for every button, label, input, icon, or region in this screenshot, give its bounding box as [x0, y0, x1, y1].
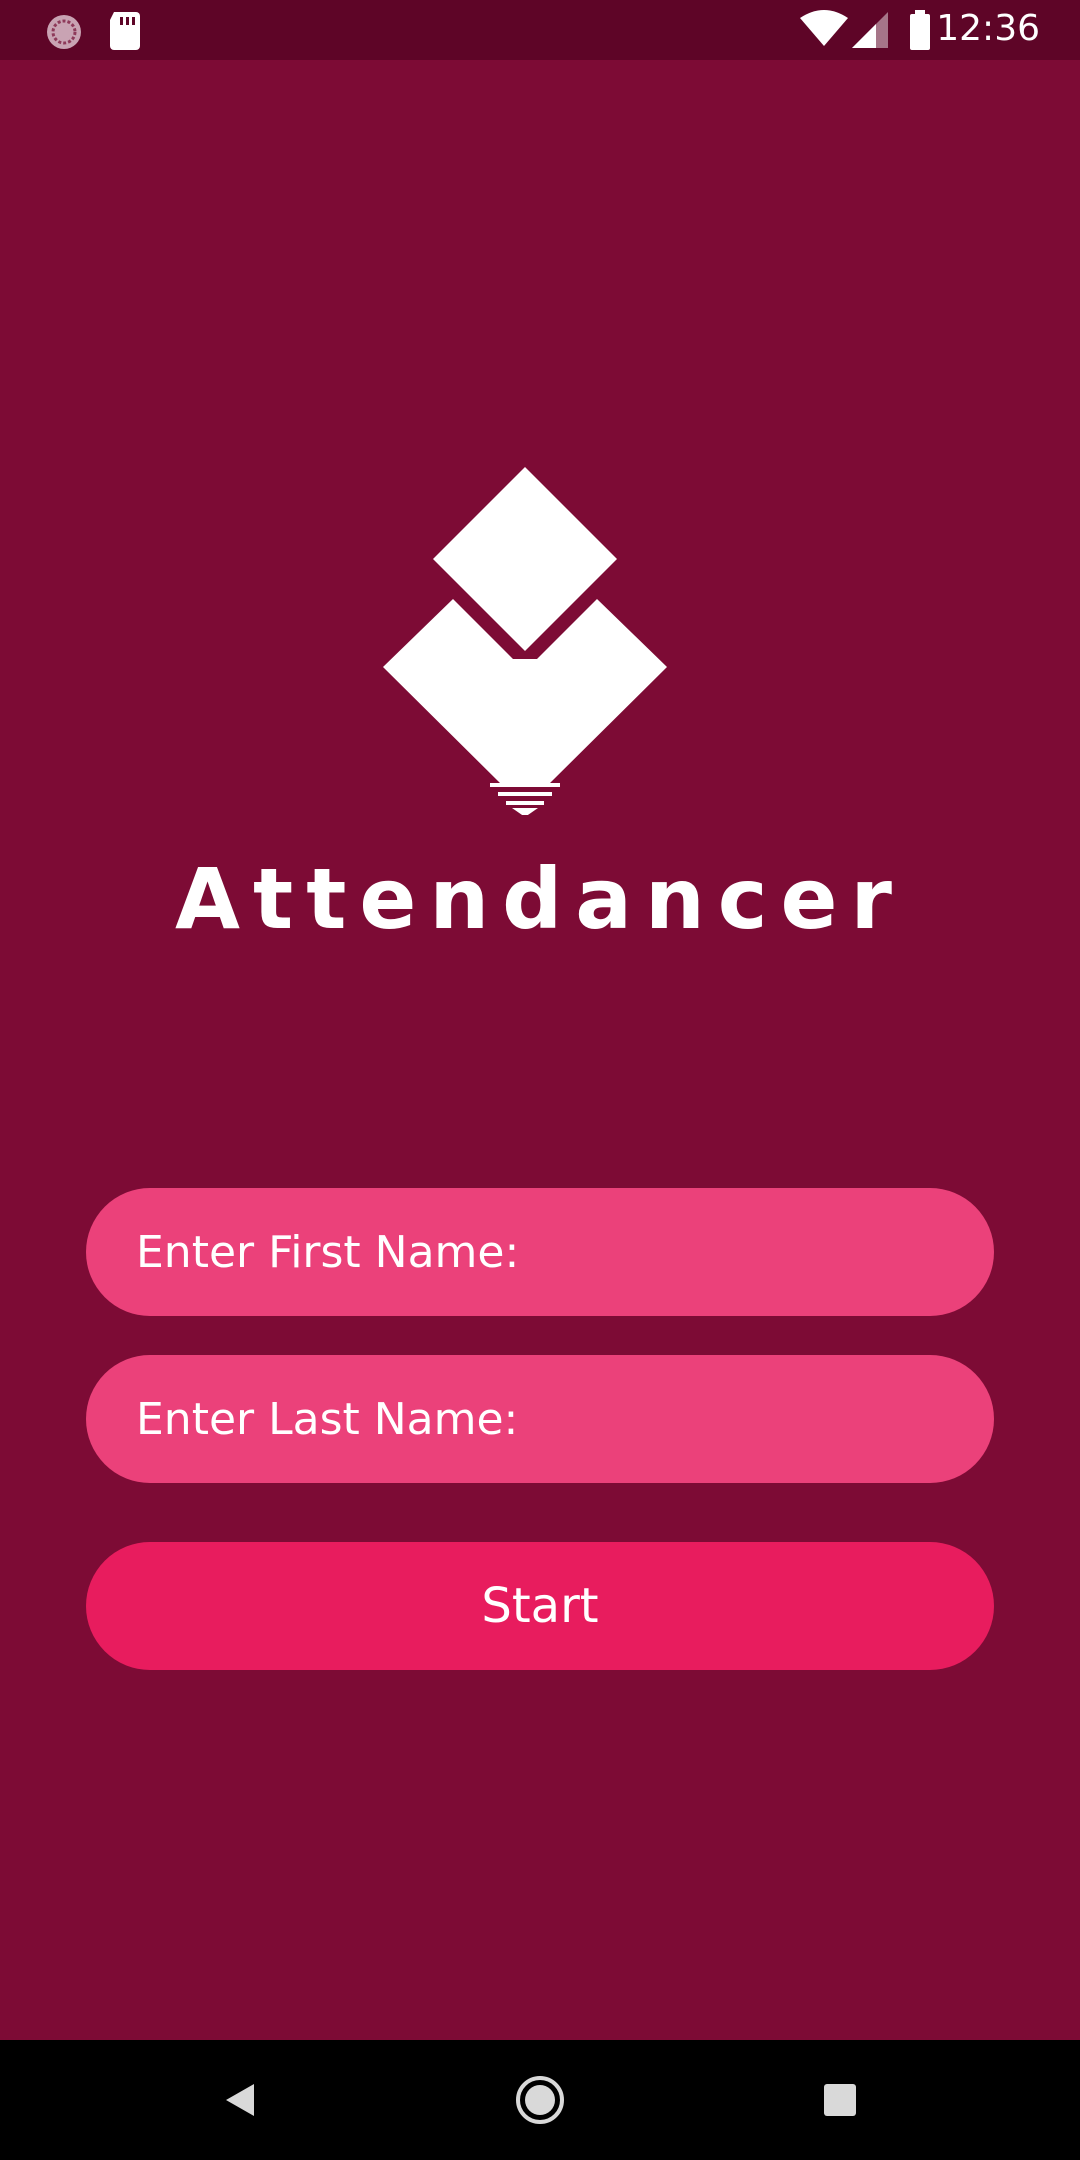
sd-card-icon: [108, 12, 142, 54]
back-icon[interactable]: [210, 2070, 270, 2130]
first-name-input[interactable]: [86, 1188, 994, 1316]
home-icon[interactable]: [510, 2070, 570, 2130]
navigation-bar: [0, 2040, 1080, 2160]
app-title: Attendancer: [175, 850, 905, 948]
last-name-input[interactable]: [86, 1355, 994, 1483]
recents-icon[interactable]: [810, 2070, 870, 2130]
battery-icon: [908, 10, 932, 54]
attendancer-logo-icon: [380, 465, 670, 817]
wifi-icon: [800, 10, 848, 52]
status-time: 12:36: [936, 8, 1040, 49]
start-button[interactable]: Start: [86, 1542, 994, 1670]
loading-circle-icon: [44, 12, 84, 56]
status-bar: 12:36: [0, 0, 1080, 60]
signal-icon: [852, 12, 888, 52]
